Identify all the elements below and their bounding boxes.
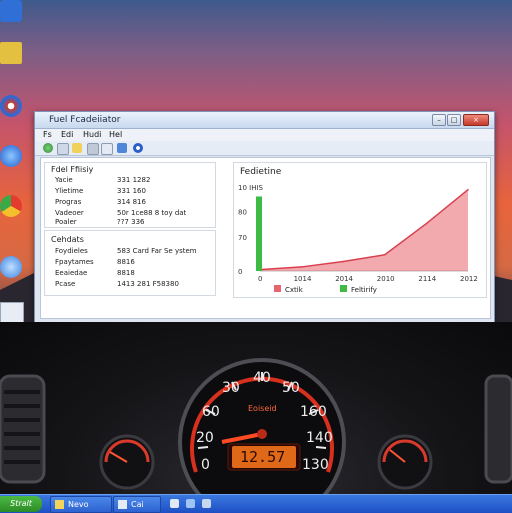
- speed-label: 130: [302, 457, 329, 473]
- desktop-icon-4[interactable]: [0, 145, 22, 167]
- speed-label: 60: [202, 404, 220, 420]
- open-folder-icon[interactable]: [72, 143, 82, 153]
- data-point: [467, 188, 469, 191]
- quick-launch-icon[interactable]: [170, 499, 179, 508]
- chart-title: Fedietine: [240, 167, 282, 177]
- desktop-icon-3[interactable]: [0, 95, 22, 117]
- x-tick-label: 2012: [460, 275, 478, 283]
- row-value: 331 1282: [117, 176, 151, 184]
- row-label: Yacie: [55, 176, 73, 184]
- panel-title: Fdel Ffiisiy: [51, 165, 94, 174]
- taskbar-item[interactable]: Nevo: [50, 496, 112, 513]
- quick-launch-icon[interactable]: [202, 499, 211, 508]
- x-tick-label: 1014: [294, 275, 312, 283]
- speed-label: 140: [306, 430, 333, 446]
- row-value: 8818: [117, 269, 135, 277]
- row-value: 8816: [117, 258, 135, 266]
- speed-readout: 12.57: [240, 448, 286, 466]
- application-window: Fuel Fcadeiiator – □ × Fs Edi Hudi Hel F…: [34, 111, 495, 323]
- car-dashboard: 0 20 60 30 40 50 160 140 130 Eoiseid 12.…: [0, 322, 512, 513]
- taskbar-item-label: Cai: [131, 500, 144, 509]
- row-value: 314 816: [117, 198, 146, 206]
- back-icon[interactable]: [43, 143, 53, 153]
- legend-swatch: [274, 285, 281, 292]
- desktop-icon-1[interactable]: [0, 0, 22, 22]
- chart-plot: 10 IHIS 80 70 0 0 1014 2014 2010 2114 2012 Cxtik Fe…: [238, 184, 478, 294]
- row-value: 50r 1ce88 8 toy dat: [117, 209, 187, 217]
- menu-file[interactable]: Fs: [43, 130, 52, 139]
- menu-help[interactable]: Hel: [109, 130, 122, 139]
- menu-bar: Fs Edi Hudi Hel: [35, 129, 494, 141]
- y-tick-label: 10 IHIS: [238, 184, 264, 192]
- window-titlebar[interactable]: Fuel Fcadeiiator – □ ×: [35, 112, 494, 129]
- taskbar-app-icon: [55, 500, 64, 509]
- x-tick-label: 2010: [377, 275, 395, 283]
- row-label: Vadeoer: [55, 209, 84, 217]
- row-value: 583 Card Far Se ystem: [117, 247, 197, 255]
- desktop-icon-6[interactable]: [0, 256, 22, 278]
- menu-view[interactable]: Hudi: [83, 130, 101, 139]
- speed-label: 160: [300, 404, 327, 420]
- data-point: [384, 253, 386, 256]
- x-tick-label: 0: [258, 275, 262, 283]
- taskbar-app-icon: [118, 500, 127, 509]
- print-icon[interactable]: [87, 143, 99, 155]
- start-button[interactable]: Stralt: [0, 496, 42, 512]
- speed-label: 30: [222, 380, 240, 396]
- window-content: Fdel Ffiisiy Yacie 331 1282 Ylietime 331…: [40, 157, 491, 319]
- row-label: Poaler: [55, 218, 77, 226]
- forward-icon[interactable]: [57, 143, 69, 155]
- chart-panel: Fedietine 10 IHIS 80 70 0 0 1014 2014 2010 2114 2…: [233, 162, 487, 298]
- row-value: 1413 281 F58380: [117, 280, 179, 288]
- speed-label: 20: [196, 430, 214, 446]
- document-icon[interactable]: [101, 143, 113, 155]
- speed-label: 50: [282, 380, 300, 396]
- y-tick-label: 80: [238, 208, 247, 216]
- speed-label: 0: [201, 457, 210, 473]
- panel-title: Cehdats: [51, 235, 84, 244]
- desktop-icon-2[interactable]: [0, 42, 22, 64]
- x-tick-label: 2114: [418, 275, 436, 283]
- legend-swatch: [340, 285, 347, 292]
- right-air-vent: [484, 374, 512, 484]
- maximize-button[interactable]: □: [447, 114, 461, 126]
- speed-label: 40: [253, 370, 271, 386]
- y-tick-label: 70: [238, 234, 247, 242]
- row-label: Foydieles: [55, 247, 88, 255]
- window-title: Fuel Fcadeiiator: [49, 115, 121, 125]
- taskbar: Stralt Nevo Cai: [0, 494, 512, 513]
- taskbar-item[interactable]: Cai: [113, 496, 161, 513]
- taskbar-item-label: Nevo: [68, 500, 89, 509]
- data-point: [342, 260, 344, 263]
- data-point: [300, 266, 303, 268]
- details-panel: Cehdats Foydieles 583 Card Far Se ystem …: [44, 230, 216, 296]
- row-label: Eeaiedae: [55, 269, 88, 277]
- close-button[interactable]: ×: [463, 114, 489, 126]
- row-label: Ylietime: [55, 187, 84, 195]
- row-value: ??7 336: [117, 218, 145, 226]
- row-label: Fpaytames: [55, 258, 94, 266]
- quick-launch-icon[interactable]: [186, 499, 195, 508]
- y-tick-label: 0: [238, 268, 242, 276]
- row-label: Pcase: [55, 280, 76, 288]
- speedometer-subtitle: Eoiseid: [248, 404, 277, 413]
- bar-mark: [256, 196, 262, 271]
- desktop-icon-5[interactable]: [0, 195, 22, 217]
- row-label: Progras: [55, 198, 82, 206]
- legend-label: Feltirify: [351, 286, 377, 294]
- help-icon[interactable]: [133, 143, 143, 153]
- toolbar: [35, 141, 494, 156]
- row-value: 331 160: [117, 187, 146, 195]
- fuel-efficiency-panel: Fdel Ffiisiy Yacie 331 1282 Ylietime 331…: [44, 162, 216, 228]
- x-tick-label: 2014: [335, 275, 353, 283]
- menu-edit[interactable]: Edi: [61, 130, 73, 139]
- minimize-button[interactable]: –: [432, 114, 446, 126]
- chart-icon[interactable]: [117, 143, 127, 153]
- data-point: [425, 222, 428, 225]
- legend-label: Cxtik: [285, 286, 304, 294]
